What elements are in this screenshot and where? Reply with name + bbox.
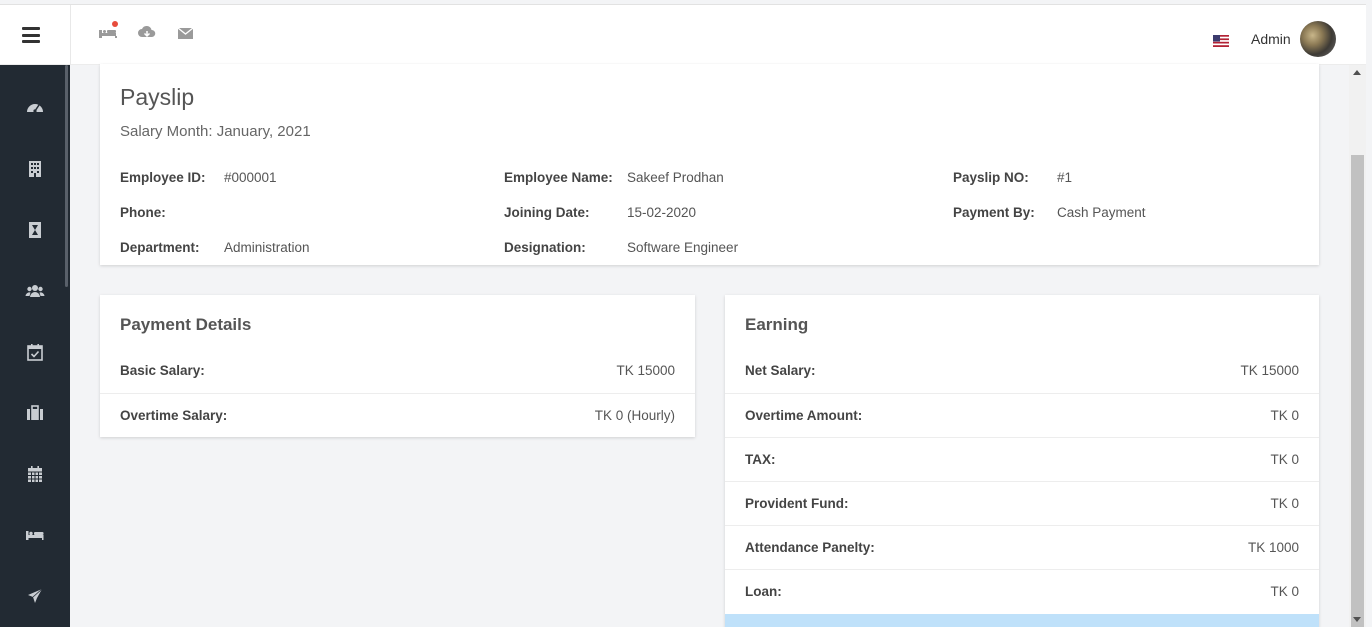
payment-details-title: Payment Details — [120, 315, 252, 334]
hourglass-icon[interactable] — [25, 220, 45, 240]
payslip-card: Payslip Salary Month: January, 2021 Empl… — [100, 64, 1319, 265]
plane-icon[interactable] — [25, 586, 45, 606]
table-row: Basic Salary: TK 15000 — [100, 349, 695, 393]
scrollbar-thumb[interactable] — [1351, 155, 1364, 627]
overtime-salary-value: TK 0 (Hourly) — [594, 408, 675, 423]
menu-toggle[interactable] — [0, 5, 71, 65]
loan-value: TK 0 — [1270, 584, 1299, 599]
provident-fund-label: Provident Fund: — [745, 496, 849, 511]
dashboard-icon[interactable] — [25, 98, 45, 118]
admin-name[interactable]: Admin — [1251, 31, 1291, 47]
page-title: Payslip — [120, 84, 195, 110]
users-icon[interactable] — [25, 281, 45, 301]
table-row: Provident Fund: TK 0 — [725, 481, 1319, 525]
building-icon[interactable] — [25, 159, 45, 179]
salary-month: Salary Month: January, 2021 — [120, 123, 311, 140]
employee-id-value: #000001 — [224, 170, 277, 185]
bed-icon[interactable] — [98, 21, 118, 43]
tax-label: TAX: — [745, 452, 776, 467]
notification-dot — [112, 21, 118, 27]
payment-by-value: Cash Payment — [1057, 205, 1146, 220]
department-label: Department: — [120, 240, 200, 255]
table-row: Overtime Salary: TK 0 (Hourly) — [100, 393, 695, 437]
phone-label: Phone: — [120, 205, 166, 220]
employee-name-label: Employee Name: — [504, 170, 613, 185]
table-row: Attendance Panelty: TK 1000 — [725, 525, 1319, 569]
table-row: Net Salary: TK 15000 — [725, 349, 1319, 393]
payslip-no-label: Payslip NO: — [953, 170, 1029, 185]
employee-name-value: Sakeef Prodhan — [627, 170, 724, 185]
total-row-highlight — [725, 614, 1319, 627]
payment-details-card: Payment Details Basic Salary: TK 15000 O… — [100, 295, 695, 437]
provident-fund-value: TK 0 — [1270, 496, 1299, 511]
earning-title: Earning — [745, 315, 809, 334]
scroll-up-arrow-icon[interactable] — [1353, 70, 1361, 75]
attendance-penalty-label: Attendance Panelty: — [745, 540, 875, 555]
page-scrollbar[interactable] — [1349, 65, 1366, 627]
attendance-penalty-value: TK 1000 — [1247, 540, 1299, 555]
designation-label: Designation: — [504, 240, 586, 255]
department-value: Administration — [224, 240, 310, 255]
earning-card: Earning Net Salary: TK 15000 Overtime Am… — [725, 295, 1319, 627]
net-salary-value: TK 15000 — [1240, 363, 1299, 378]
overtime-amount-value: TK 0 — [1270, 408, 1299, 423]
scroll-down-arrow-icon[interactable] — [1353, 617, 1361, 622]
bed-icon[interactable] — [25, 525, 45, 545]
net-salary-label: Net Salary: — [745, 363, 816, 378]
calendar-icon[interactable] — [25, 464, 45, 484]
us-flag-icon[interactable] — [1213, 34, 1229, 47]
cloud-download-icon[interactable] — [137, 23, 157, 43]
loan-label: Loan: — [745, 584, 782, 599]
overtime-amount-label: Overtime Amount: — [745, 408, 863, 423]
payment-by-label: Payment By: — [953, 205, 1035, 220]
payslip-no-value: #1 — [1057, 170, 1073, 185]
designation-value: Software Engineer — [627, 240, 739, 255]
top-navbar: Admin — [0, 4, 1366, 65]
envelope-icon[interactable] — [176, 23, 196, 43]
calendar-check-icon[interactable] — [25, 342, 45, 362]
basic-salary-value: TK 15000 — [616, 363, 675, 378]
joining-date-label: Joining Date: — [504, 205, 590, 220]
sidebar — [0, 65, 70, 627]
tax-value: TK 0 — [1270, 452, 1299, 467]
basic-salary-label: Basic Salary: — [120, 363, 205, 378]
table-row: TAX: TK 0 — [725, 437, 1319, 481]
hamburger-icon[interactable] — [22, 27, 40, 43]
table-row: Overtime Amount: TK 0 — [725, 393, 1319, 437]
avatar[interactable] — [1300, 21, 1336, 57]
employee-id-label: Employee ID: — [120, 170, 206, 185]
joining-date-value: 15-02-2020 — [627, 205, 697, 220]
table-row: Loan: TK 0 — [725, 569, 1319, 613]
overtime-salary-label: Overtime Salary: — [120, 408, 228, 423]
briefcase-icon[interactable] — [25, 403, 45, 423]
sidebar-scrollbar[interactable] — [65, 65, 68, 287]
